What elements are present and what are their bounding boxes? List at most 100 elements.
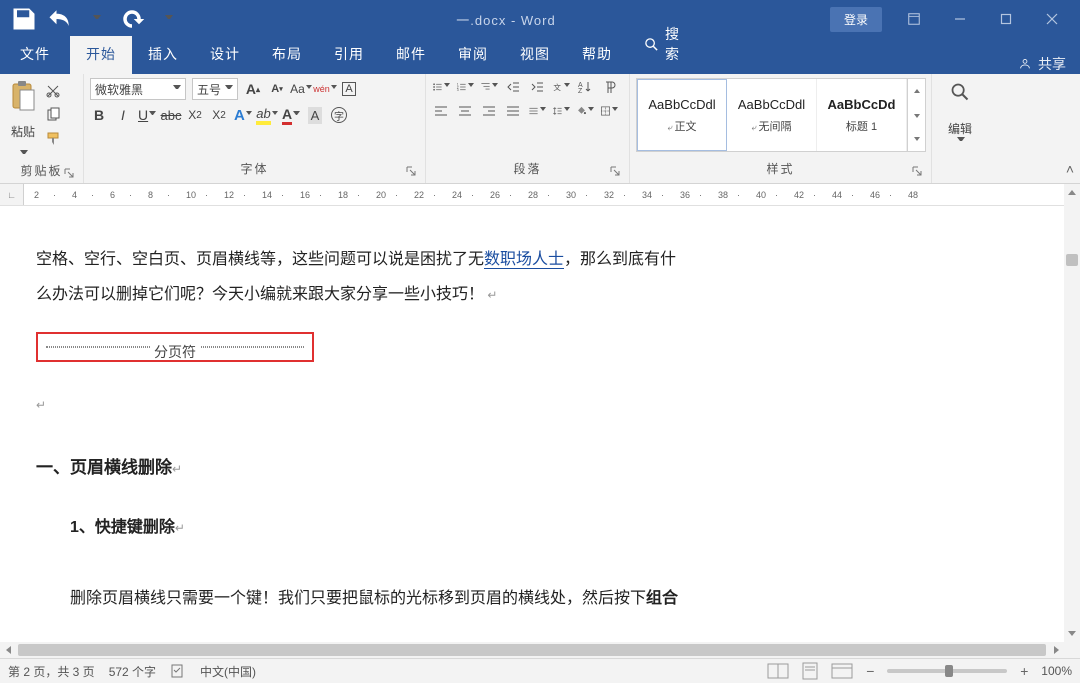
align-center-icon[interactable] <box>456 102 474 120</box>
tab-file[interactable]: 文件 <box>0 36 70 74</box>
phonetic-guide-icon[interactable]: wén <box>316 80 334 98</box>
tab-review[interactable]: 审阅 <box>442 36 504 74</box>
sort-icon[interactable]: AZ <box>576 78 594 96</box>
read-mode-icon[interactable] <box>767 662 789 680</box>
shrink-font-icon[interactable]: A▾ <box>268 80 286 98</box>
tab-insert[interactable]: 插入 <box>132 36 194 74</box>
asian-layout-icon[interactable]: 文 <box>552 78 570 96</box>
heading[interactable]: 一、页眉横线删除↵ <box>36 449 1028 486</box>
maximize-icon[interactable] <box>984 0 1028 38</box>
borders-icon[interactable] <box>600 102 618 120</box>
font-color-icon[interactable]: A <box>282 106 300 124</box>
close-icon[interactable] <box>1030 0 1074 38</box>
line-spacing-icon[interactable] <box>552 102 570 120</box>
shading-icon[interactable] <box>576 102 594 120</box>
collapse-ribbon-icon[interactable]: ˄ <box>1066 161 1074 177</box>
copy-icon[interactable] <box>44 106 62 124</box>
scroll-thumb[interactable] <box>18 644 1046 656</box>
paste-button[interactable]: 粘贴 <box>6 78 40 160</box>
undo-icon[interactable] <box>46 0 74 38</box>
styles-gallery-more[interactable] <box>907 79 925 151</box>
dialog-launcher-icon[interactable] <box>911 165 923 177</box>
undo-dropdown[interactable] <box>82 0 110 38</box>
zoom-slider-knob[interactable] <box>945 665 953 677</box>
bold-icon[interactable]: B <box>90 106 108 124</box>
char-shading-icon[interactable]: A <box>306 106 324 124</box>
spell-check-icon[interactable] <box>170 662 186 681</box>
style-normal[interactable]: AaBbCcDdl ⤶正文 <box>637 79 727 151</box>
ruler-ticks[interactable]: 2·4·6·8·10·12·14·16·18·20·22·24·26·28·30… <box>24 190 1080 200</box>
tab-search[interactable]: 搜索 <box>628 16 696 74</box>
page-break-marker[interactable]: 分页符 <box>46 346 304 348</box>
distribute-icon[interactable] <box>528 102 546 120</box>
highlight-icon[interactable]: ab <box>258 106 276 124</box>
align-right-icon[interactable] <box>480 102 498 120</box>
paragraph[interactable]: 么办法可以删掉它们呢？今天小编就来跟大家分享一些小技巧！ ↵ <box>36 277 1028 312</box>
page-count[interactable]: 第 2 页，共 3 页 <box>8 663 95 680</box>
hyperlink[interactable]: 数职场人士 <box>484 251 564 269</box>
language-status[interactable]: 中文(中国) <box>200 663 256 680</box>
ribbon-display-icon[interactable] <box>892 0 936 38</box>
scroll-down-icon[interactable] <box>1064 200 1080 216</box>
login-button[interactable]: 登录 <box>830 7 882 32</box>
style-heading1[interactable]: AaBbCcDd 标题 1 <box>817 79 907 151</box>
tab-mailings[interactable]: 邮件 <box>380 36 442 74</box>
tab-design[interactable]: 设计 <box>194 36 256 74</box>
zoom-in-button[interactable]: + <box>1017 663 1031 679</box>
qat-customize-dropdown[interactable] <box>154 0 182 38</box>
share-button[interactable]: 共享 <box>1018 54 1080 74</box>
char-border-icon[interactable]: A <box>340 80 358 98</box>
style-no-spacing[interactable]: AaBbCcDdl ⤶无间隔 <box>727 79 817 151</box>
zoom-level[interactable]: 100% <box>1041 664 1072 678</box>
font-size-select[interactable]: 五号 <box>192 78 238 100</box>
save-icon[interactable] <box>10 0 38 38</box>
increase-indent-icon[interactable] <box>528 78 546 96</box>
subscript-icon[interactable]: X2 <box>186 106 204 124</box>
zoom-slider[interactable] <box>887 669 1007 673</box>
font-name-select[interactable]: 微软雅黑 <box>90 78 186 100</box>
paragraph[interactable]: ↵ <box>36 392 1028 418</box>
subheading[interactable]: 1、快捷键删除↵ <box>70 510 1028 545</box>
dialog-launcher-icon[interactable] <box>405 165 417 177</box>
tab-view[interactable]: 视图 <box>504 36 566 74</box>
decrease-indent-icon[interactable] <box>504 78 522 96</box>
show-marks-icon[interactable] <box>600 78 618 96</box>
minimize-icon[interactable] <box>938 0 982 38</box>
print-layout-icon[interactable] <box>799 662 821 680</box>
grow-font-icon[interactable]: A▴ <box>244 80 262 98</box>
tab-layout[interactable]: 布局 <box>256 36 318 74</box>
web-layout-icon[interactable] <box>831 662 853 680</box>
paragraph[interactable]: 删除页眉横线只需要一个键！我们只要把鼠标的光标移到页眉的横线处，然后按下组合 <box>70 581 1028 616</box>
paragraph[interactable]: 空格、空行、空白页、页眉横线等，这些问题可以说是困扰了无数职场人士，那么到底有什 <box>36 242 1028 277</box>
cut-icon[interactable] <box>44 82 62 100</box>
enclose-char-icon[interactable]: 字 <box>330 106 348 124</box>
ruler-corner[interactable]: ∟ <box>0 184 24 206</box>
scroll-right-icon[interactable] <box>1048 642 1064 658</box>
horizontal-scrollbar[interactable] <box>0 642 1064 658</box>
dialog-launcher-icon[interactable] <box>63 167 75 179</box>
bullets-icon[interactable] <box>432 78 450 96</box>
format-painter-icon[interactable] <box>44 130 62 148</box>
scroll-up-icon[interactable] <box>1064 184 1080 200</box>
dialog-launcher-icon[interactable] <box>609 165 621 177</box>
scroll-thumb[interactable] <box>1066 254 1078 266</box>
redo-icon[interactable] <box>118 0 146 38</box>
tab-home[interactable]: 开始 <box>70 36 132 74</box>
change-case-icon[interactable]: Aa <box>292 80 310 98</box>
zoom-out-button[interactable]: − <box>863 663 877 679</box>
document-area[interactable]: 空格、空行、空白页、页眉横线等，这些问题可以说是困扰了无数职场人士，那么到底有什… <box>0 206 1064 658</box>
superscript-icon[interactable]: X2 <box>210 106 228 124</box>
scroll-left-icon[interactable] <box>0 642 16 658</box>
underline-icon[interactable]: U <box>138 106 156 124</box>
vertical-scrollbar[interactable] <box>1064 184 1080 658</box>
numbering-icon[interactable]: 123 <box>456 78 474 96</box>
italic-icon[interactable]: I <box>114 106 132 124</box>
multilevel-list-icon[interactable] <box>480 78 498 96</box>
text-effects-icon[interactable]: A <box>234 106 252 124</box>
word-count[interactable]: 572 个字 <box>109 663 156 680</box>
justify-icon[interactable] <box>504 102 522 120</box>
tab-references[interactable]: 引用 <box>318 36 380 74</box>
strikethrough-icon[interactable]: abc <box>162 106 180 124</box>
find-button[interactable]: 编辑 <box>938 78 982 149</box>
align-left-icon[interactable] <box>432 102 450 120</box>
